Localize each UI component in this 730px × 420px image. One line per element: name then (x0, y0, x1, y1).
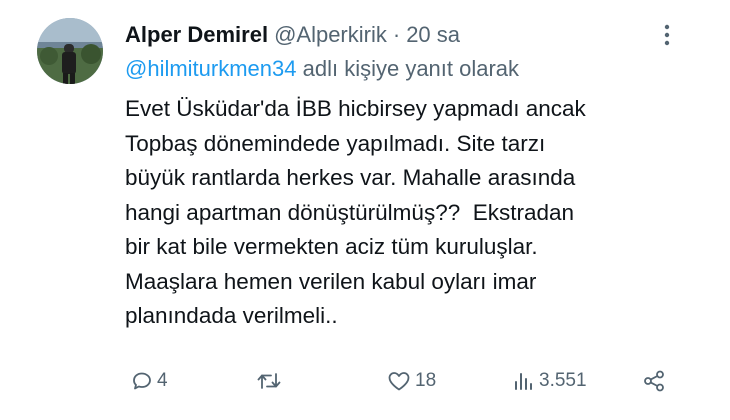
tweet-text-line: Evet Üsküdar'da İBB hicbirsey yapmadı an… (125, 96, 586, 121)
share-icon (644, 370, 664, 392)
reply-button[interactable]: 4 (130, 366, 168, 396)
view-count: 3.551 (539, 370, 587, 391)
reply-mention-link[interactable]: @hilmiturkmen34 (125, 56, 297, 81)
separator-dot: · (392, 22, 401, 47)
more-dots-icon (664, 24, 670, 46)
like-count: 18 (415, 370, 437, 391)
avatar[interactable] (37, 18, 103, 84)
tweet-text-line: Maaşlara hemen verilen kabul oyları imar (125, 268, 537, 294)
author-handle[interactable]: @Alperkirik (274, 22, 387, 48)
tweet-card: Alper Demirel @Alperkirik · 20 sa @hilmi… (0, 0, 730, 420)
reply-count: 4 (157, 370, 168, 391)
retweet-icon (257, 373, 281, 389)
tweet-text-line: bir kat bile vermekten aciz tüm kuruluşl… (125, 234, 538, 259)
tweet-text-line: planındada verilmeli.. (125, 303, 338, 328)
tweet-text-line: Topbaş dönemindede yapılmadı. Site tarzı (125, 130, 546, 156)
tweet-time[interactable]: 20 sa (406, 22, 460, 48)
tweet-text: Evet Üsküdar'da İBB hicbirsey yapmadı an… (125, 92, 685, 334)
author-name[interactable]: Alper Demirel (125, 22, 268, 48)
tweet-text-line: hangi apartman dönüştürülmüş?? Ekstradan (125, 199, 575, 225)
views-button[interactable]: 3.551 (512, 366, 587, 396)
comment-icon (133, 372, 151, 390)
heart-icon (388, 372, 410, 391)
tweet-actions: 4 18 3.551 (130, 366, 680, 396)
bar-chart-icon (515, 373, 532, 390)
tweet-text-line: büyük rantlarda herkes var. Mahalle aras… (125, 165, 576, 190)
reply-context: @hilmiturkmen34 adlı kişiye yanıt olarak (125, 56, 519, 82)
more-options-button[interactable] (652, 20, 682, 50)
reply-suffix: adlı kişiye yanıt olarak (296, 56, 520, 81)
retweet-button[interactable] (256, 366, 285, 396)
share-button[interactable] (642, 366, 666, 396)
tweet-header: Alper Demirel @Alperkirik · 20 sa (125, 18, 460, 52)
like-button[interactable]: 18 (386, 366, 436, 396)
